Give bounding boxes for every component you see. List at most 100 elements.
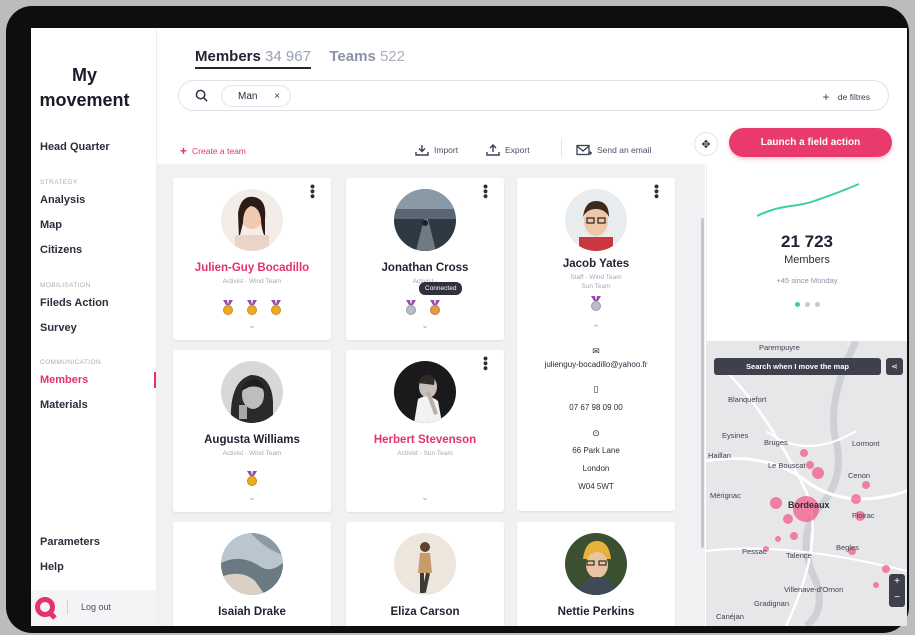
- carousel-dots[interactable]: [707, 302, 907, 307]
- more-filters-label: de filtres: [837, 92, 870, 102]
- carousel-dot[interactable]: [814, 302, 820, 307]
- map-label: Pessac: [742, 547, 767, 556]
- member-phone[interactable]: 07 67 98 09 00: [517, 403, 675, 412]
- member-role: Staff - Wind Team: [570, 274, 622, 281]
- sidebar-item-members[interactable]: Members: [40, 374, 88, 386]
- member-name[interactable]: Jonathan Cross: [346, 262, 504, 274]
- search-when-move-toggle[interactable]: Search when I move the map: [714, 358, 881, 375]
- sidebar-item-survey[interactable]: Survey: [40, 322, 77, 334]
- expand-panel-button[interactable]: ✥: [694, 132, 718, 156]
- create-team-button[interactable]: + Create a team: [180, 144, 246, 158]
- app-screen: My movement Head Quarter STRATEGY Analys…: [31, 28, 907, 626]
- medal-icon: [404, 300, 418, 316]
- member-name[interactable]: Julien-Guy Bocadillo: [173, 262, 331, 274]
- grid-scrollbar[interactable]: [701, 218, 704, 548]
- map-label: Begles: [836, 543, 859, 552]
- member-card[interactable]: Eliza Carson: [346, 522, 504, 626]
- map-label: Eysines: [722, 431, 749, 440]
- badge-list: [517, 296, 675, 312]
- sidebar-item-fileds-action[interactable]: Fileds Action: [40, 297, 109, 309]
- sidebar-item-parameters[interactable]: Parameters: [40, 536, 100, 548]
- member-name[interactable]: Augusta Williams: [173, 434, 331, 446]
- chevron-down-icon[interactable]: ⌄: [173, 320, 331, 331]
- carousel-dot[interactable]: [804, 302, 810, 307]
- avatar: [221, 361, 283, 423]
- member-name[interactable]: Jacob Yates: [517, 258, 675, 270]
- member-card[interactable]: ••• Julien-Guy Bocadillo Activist - Wind…: [173, 178, 331, 340]
- close-icon[interactable]: ×: [274, 91, 280, 102]
- share-icon[interactable]: ⋖: [886, 358, 903, 375]
- tab-members-count: 34 967: [265, 48, 311, 65]
- map-label: Cenon: [848, 471, 871, 480]
- filter-chip-label: Man: [238, 91, 258, 102]
- carousel-dot[interactable]: [794, 302, 800, 307]
- filter-chip-man[interactable]: Man ×: [221, 85, 292, 107]
- member-name[interactable]: Herbert Stevenson: [346, 434, 504, 446]
- more-filters-button[interactable]: + de filtres: [822, 89, 870, 104]
- chevron-down-icon[interactable]: ⌄: [346, 320, 504, 331]
- medal-icon: [589, 296, 603, 312]
- member-address-street: 66 Park Lane: [572, 446, 620, 455]
- member-team: Sun Team: [581, 283, 611, 290]
- more-options-icon[interactable]: •••: [478, 356, 494, 371]
- import-label: Import: [434, 145, 459, 155]
- members-count: 21 723: [781, 232, 833, 251]
- member-card-expanded[interactable]: ••• Jacob Yates Staff - Wind Team Sun Te…: [517, 178, 675, 511]
- member-name[interactable]: Nettie Perkins: [517, 606, 675, 618]
- app-title-line1: My: [71, 65, 97, 85]
- chevron-down-icon[interactable]: ⌄: [346, 492, 504, 503]
- import-button[interactable]: Import: [415, 144, 458, 156]
- sidebar-item-materials[interactable]: Materials: [40, 399, 88, 411]
- members-map[interactable]: Parempuyre Search when I move the map ⋖ …: [706, 341, 907, 626]
- chevron-up-icon[interactable]: ⌃: [517, 323, 675, 334]
- avatar: [565, 189, 627, 251]
- more-options-icon[interactable]: •••: [649, 184, 665, 199]
- search-bar[interactable]: Man × + de filtres: [178, 80, 889, 111]
- badge-list: [173, 471, 331, 487]
- export-label: Export: [505, 145, 530, 155]
- sidebar-item-analysis[interactable]: Analysis: [40, 194, 85, 206]
- chevron-down-icon[interactable]: ⌄: [173, 492, 331, 503]
- member-name[interactable]: Eliza Carson: [346, 606, 504, 618]
- import-icon: [415, 145, 429, 156]
- header-tabs: Members 34 967 Teams 522: [195, 48, 419, 69]
- tab-members[interactable]: Members 34 967: [195, 48, 311, 69]
- map-label: Parempuyre: [759, 343, 800, 352]
- map-label: Bruges: [764, 438, 788, 447]
- plus-icon: +: [822, 90, 830, 104]
- tab-teams-count: 522: [379, 48, 405, 65]
- member-address-city: London: [582, 464, 610, 473]
- member-card[interactable]: ••• Jonathan Cross Activist - Connected …: [346, 178, 504, 340]
- more-options-icon[interactable]: •••: [478, 184, 494, 199]
- send-email-label: Send an email: [597, 145, 652, 155]
- zoom-in-button[interactable]: +: [889, 574, 905, 590]
- device-frame: My movement Head Quarter STRATEGY Analys…: [6, 6, 909, 633]
- search-icon[interactable]: [195, 89, 208, 102]
- zoom-control[interactable]: + −: [889, 574, 905, 607]
- sidebar-item-help[interactable]: Help: [40, 561, 64, 573]
- send-email-button[interactable]: Send an email: [576, 144, 651, 156]
- create-team-label: Create a team: [192, 146, 246, 156]
- member-card[interactable]: Nettie Perkins: [517, 522, 675, 626]
- tab-teams[interactable]: Teams 522: [329, 48, 405, 65]
- member-email[interactable]: julienguy-bocadillo@yahoo.fr: [517, 360, 675, 369]
- member-name[interactable]: Isaiah Drake: [173, 606, 331, 618]
- section-strategy: STRATEGY: [40, 179, 78, 186]
- launch-field-action-button[interactable]: Launch a field action: [729, 128, 892, 157]
- more-options-icon[interactable]: •••: [305, 184, 321, 199]
- member-card[interactable]: ••• Herbert Stevenson Activist - Sun Tea…: [346, 350, 504, 512]
- sidebar-item-map[interactable]: Map: [40, 219, 62, 231]
- sidebar-item-head-quarter[interactable]: Head Quarter: [40, 141, 110, 153]
- zoom-out-button[interactable]: −: [889, 590, 905, 606]
- divider: [67, 600, 68, 614]
- medal-icon: [245, 300, 259, 316]
- trend-line-icon: [756, 183, 860, 217]
- sidebar-footer: Log out: [31, 590, 157, 626]
- members-delta: +45 since Monday: [776, 276, 838, 285]
- member-card[interactable]: Augusta Williams Activist - Wind Team ⌄: [173, 350, 331, 512]
- export-button[interactable]: Export: [486, 144, 530, 156]
- toolbar-divider: [561, 139, 562, 157]
- logout-link[interactable]: Log out: [81, 602, 111, 612]
- sidebar-item-citizens[interactable]: Citizens: [40, 244, 82, 256]
- member-card[interactable]: Isaiah Drake: [173, 522, 331, 626]
